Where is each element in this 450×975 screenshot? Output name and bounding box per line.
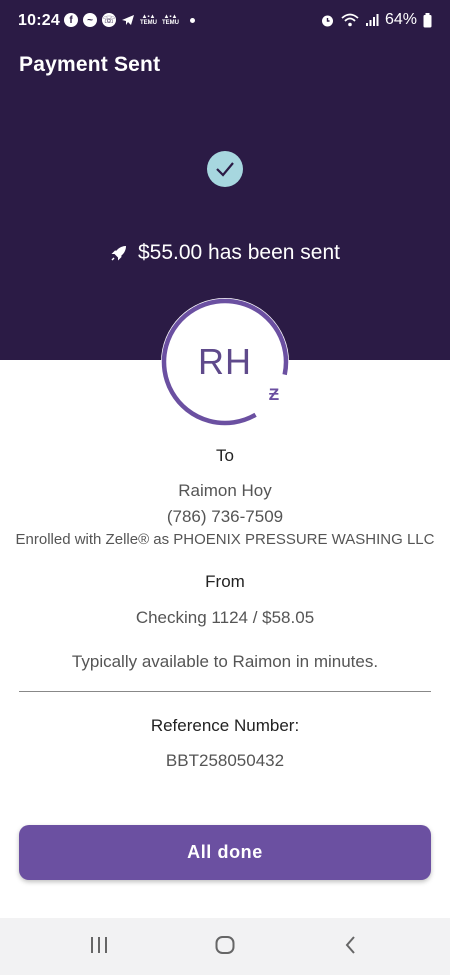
whatsapp-icon: ☏ bbox=[102, 13, 116, 27]
status-bar: 10:24 f ~ ☏ ▲▪▲ TEMU ▲▪▲ TEMU 64% bbox=[0, 0, 450, 44]
temu-icon: ▲▪▲ TEMU bbox=[162, 14, 179, 26]
facebook-icon: f bbox=[64, 13, 78, 27]
all-done-button[interactable]: All done bbox=[19, 825, 431, 880]
temu-icon: ▲▪▲ TEMU bbox=[140, 14, 157, 26]
alarm-icon bbox=[321, 15, 333, 26]
zelle-enrollment: Enrolled with Zelle® as PHOENIX PRESSURE… bbox=[15, 531, 435, 548]
from-label: From bbox=[205, 572, 245, 591]
status-time: 10:24 bbox=[18, 12, 60, 29]
messenger-icon: ~ bbox=[83, 13, 97, 27]
recipient-avatar: RH Ƶ bbox=[161, 298, 289, 426]
avatar-ring bbox=[161, 298, 289, 426]
source-account: Checking 1124 / $58.05 bbox=[135, 608, 315, 627]
availability-note: Typically available to Raimon in minutes… bbox=[71, 652, 379, 671]
page-title: Payment Sent bbox=[19, 53, 161, 76]
battery-percent: 64% bbox=[384, 11, 417, 28]
zelle-icon: Ƶ bbox=[263, 384, 285, 406]
reference-number: BBT258050432 bbox=[165, 751, 285, 770]
telegram-icon bbox=[122, 15, 134, 25]
wifi-icon bbox=[341, 13, 359, 26]
sent-message-row: $55.00 has been sent bbox=[0, 241, 450, 265]
system-icons: 64% bbox=[320, 11, 432, 29]
recipient-name: Raimon Hoy bbox=[178, 481, 272, 500]
rocket-icon bbox=[111, 246, 126, 261]
more-notifications-dot bbox=[190, 17, 195, 23]
temu-label: TEMU bbox=[162, 20, 179, 26]
temu-label: TEMU bbox=[140, 20, 157, 26]
recipient-phone: (786) 736-7509 bbox=[166, 507, 284, 526]
back-icon[interactable] bbox=[342, 934, 360, 956]
battery-icon bbox=[423, 12, 432, 27]
reference-label: Reference Number: bbox=[150, 716, 300, 735]
home-icon[interactable] bbox=[214, 934, 236, 956]
recent-apps-icon[interactable] bbox=[88, 934, 110, 956]
divider bbox=[19, 691, 431, 692]
success-check-icon bbox=[207, 151, 243, 187]
sent-message: $55.00 has been sent bbox=[137, 241, 340, 264]
signal-icon bbox=[365, 14, 379, 26]
notification-icons: f ~ ☏ ▲▪▲ TEMU ▲▪▲ TEMU bbox=[64, 13, 195, 27]
to-label: To bbox=[216, 446, 234, 465]
system-nav-bar bbox=[0, 918, 450, 975]
